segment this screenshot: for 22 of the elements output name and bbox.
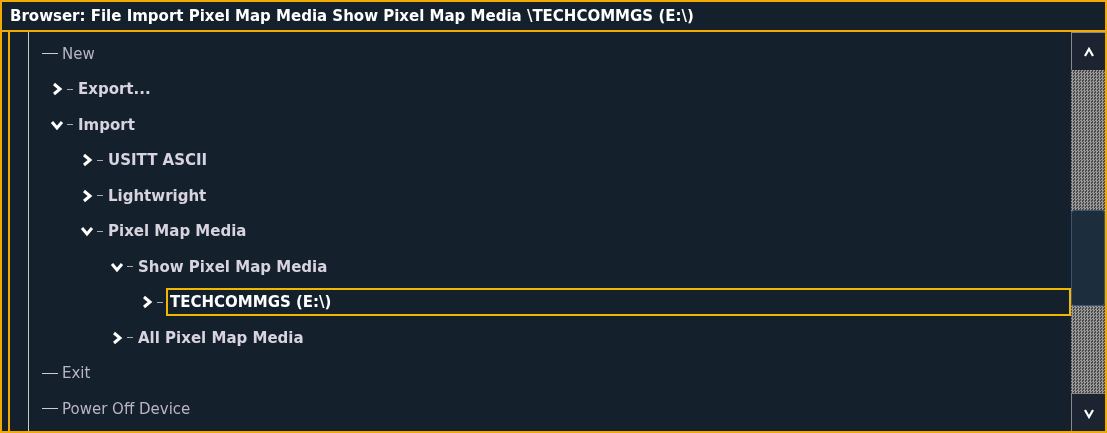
tree-item[interactable]: Show Pixel Map Media [136, 254, 330, 279]
chevron-down-icon[interactable] [80, 224, 94, 239]
tree-item[interactable]: Export... [76, 77, 153, 102]
scroll-up-button[interactable] [1071, 32, 1105, 70]
scroll-thumb[interactable] [1071, 210, 1105, 306]
tree-item[interactable]: Import [76, 112, 137, 137]
chevron-right-icon[interactable] [110, 330, 124, 345]
chevron-right-icon[interactable] [140, 295, 154, 310]
scroll-down-button[interactable] [1071, 393, 1105, 431]
tree-item[interactable]: Lightwright [106, 183, 209, 208]
tree-item[interactable]: USITT ASCII [106, 148, 210, 173]
chevron-right-icon[interactable] [50, 82, 64, 97]
tree-item[interactable]: TECHCOMMGS (E:\) [166, 288, 1071, 317]
chevron-right-icon[interactable] [80, 188, 94, 203]
tree-item[interactable]: All Pixel Map Media [136, 325, 306, 350]
scrollbar[interactable] [1071, 32, 1105, 431]
tree-item[interactable]: New [60, 41, 97, 66]
tree-item[interactable]: Exit [60, 361, 93, 386]
tree-item[interactable]: Pixel Map Media [106, 219, 249, 244]
caret-up-icon [1082, 45, 1095, 58]
tree-item[interactable]: Power Off Device [60, 396, 193, 421]
chevron-right-icon[interactable] [80, 153, 94, 168]
